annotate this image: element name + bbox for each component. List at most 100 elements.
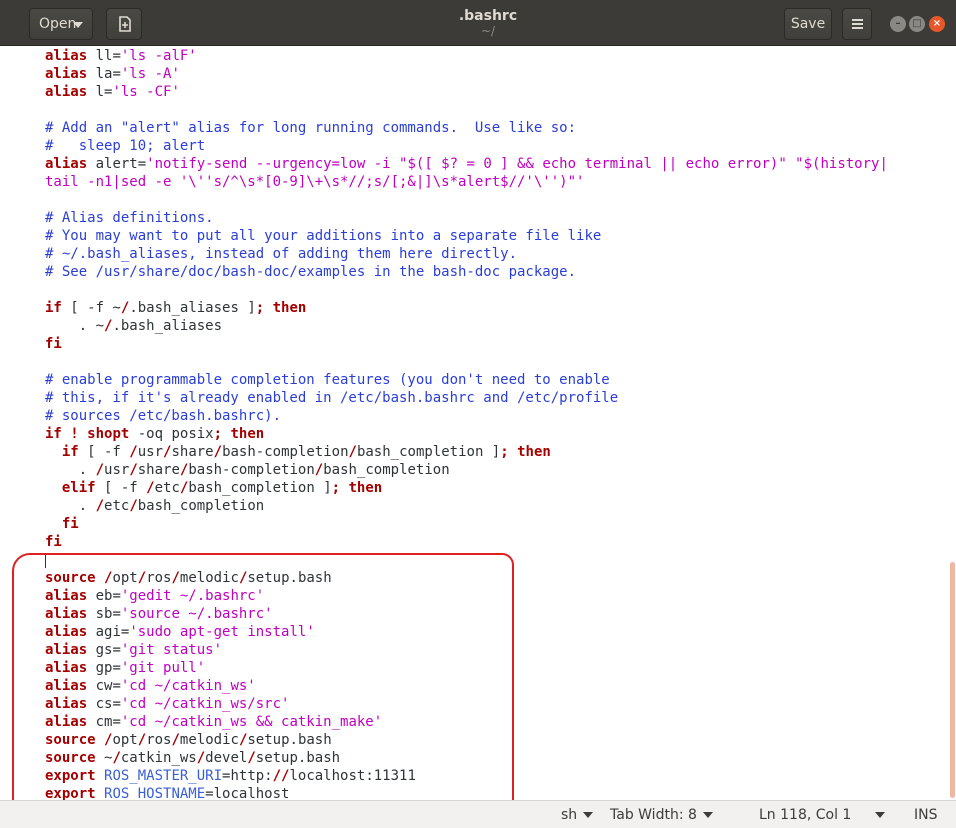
menu-button[interactable] <box>842 8 872 40</box>
code-line[interactable]: alias gs='git status' <box>45 641 956 659</box>
code-token: ; then <box>255 300 307 316</box>
code-line[interactable]: alias sb='source ~/.bashrc' <box>45 605 956 623</box>
code-line[interactable] <box>45 281 956 299</box>
code-line[interactable]: alias cm='cd ~/catkin_ws && catkin_make' <box>45 713 956 731</box>
code-line[interactable]: alias alert='notify-send --urgency=low -… <box>45 155 956 173</box>
chevron-down-icon <box>583 812 594 818</box>
code-line[interactable]: fi <box>45 515 956 533</box>
code-token: ; then <box>213 426 265 442</box>
close-icon[interactable]: × <box>929 16 945 32</box>
code-token: agi= <box>87 624 130 640</box>
code-token: opt <box>112 570 138 586</box>
code-token: cw= <box>87 678 121 694</box>
code-line[interactable]: # sleep 10; alert <box>45 137 956 155</box>
code-token: alias <box>45 606 88 622</box>
code-token: 'git status' <box>120 642 223 658</box>
open-button[interactable]: Open <box>29 8 93 40</box>
code-token: / <box>247 750 256 766</box>
tab-width-selector[interactable]: Tab Width: 8 <box>610 806 713 824</box>
code-line[interactable]: alias l='ls -CF' <box>45 83 956 101</box>
code-line[interactable]: # enable programmable completion feature… <box>45 371 956 389</box>
chevron-down-icon <box>73 22 83 28</box>
code-token: share <box>171 444 214 460</box>
position-dropdown[interactable] <box>875 806 885 824</box>
code-token: # sources /etc/bash.bashrc). <box>45 408 282 424</box>
code-token: .bash_aliases <box>112 318 223 334</box>
code-token: bash_completion <box>323 462 450 478</box>
minimize-icon[interactable]: – <box>890 16 906 32</box>
code-token: . ~ <box>45 318 105 334</box>
window-subtitle: ~/ <box>480 24 496 38</box>
code-token: opt <box>112 732 138 748</box>
code-token: if <box>45 426 62 442</box>
code-token: / <box>95 498 105 514</box>
code-token: [ -f ~ <box>61 300 121 316</box>
code-token: la= <box>87 66 121 82</box>
code-token: elif <box>61 480 96 496</box>
text-editor[interactable]: alias ll='ls -alF' alias la='ls -A' alias … <box>0 46 956 803</box>
code-lines[interactable]: alias ll='ls -alF' alias la='ls -A' alias … <box>45 47 956 803</box>
code-line[interactable] <box>45 101 956 119</box>
code-token: melodic <box>179 570 239 586</box>
scrollbar-thumb[interactable] <box>950 562 955 798</box>
code-token: # sleep 10; alert <box>45 138 206 154</box>
code-line[interactable]: elif [ -f /etc/bash_completion ]; then <box>45 479 956 497</box>
code-line[interactable]: . ~/.bash_aliases <box>45 317 956 335</box>
code-line[interactable]: # sources /etc/bash.bashrc). <box>45 407 956 425</box>
code-line[interactable] <box>45 191 956 209</box>
window-title-block: .bashrc ~/ <box>388 8 588 38</box>
code-line[interactable]: tail -n1|sed -e '\''s/^\s*[0-9]\+\s*//;s… <box>45 173 956 191</box>
code-line[interactable]: alias gp='git pull' <box>45 659 956 677</box>
code-line[interactable]: if [ -f ~/.bash_aliases ]; then <box>45 299 956 317</box>
code-line[interactable]: if ! shopt -oq posix; then <box>45 425 956 443</box>
code-line[interactable]: source /opt/ros/melodic/setup.bash <box>45 731 956 749</box>
code-token: usr <box>137 444 164 460</box>
code-line[interactable]: . /etc/bash_completion <box>45 497 956 515</box>
code-line[interactable]: alias eb='gedit ~/.bashrc' <box>45 587 956 605</box>
code-line[interactable]: alias agi='sudo apt-get install' <box>45 623 956 641</box>
code-line[interactable]: # this, if it's already enabled in /etc/… <box>45 389 956 407</box>
save-button[interactable]: Save <box>784 8 832 40</box>
code-line[interactable]: . /usr/share/bash-completion/bash_comple… <box>45 461 956 479</box>
code-line[interactable]: # Alias definitions. <box>45 209 956 227</box>
code-line[interactable] <box>45 551 956 569</box>
code-token: setup.bash <box>247 570 332 586</box>
code-token: source <box>45 732 96 748</box>
code-line[interactable]: # You may want to put all your additions… <box>45 227 956 245</box>
cursor-position-selector[interactable]: Ln 118, Col 1 <box>759 806 851 824</box>
code-line[interactable]: source ~/catkin_ws/devel/setup.bash <box>45 749 956 767</box>
language-label: sh <box>561 807 578 823</box>
new-document-button[interactable] <box>106 8 142 40</box>
code-token: alias <box>45 660 88 676</box>
code-token: / <box>129 444 138 460</box>
code-token: gs= <box>87 642 121 658</box>
code-token: alias <box>45 48 88 64</box>
language-selector[interactable]: sh <box>561 806 594 824</box>
code-line[interactable]: alias ll='ls -alF' <box>45 47 956 65</box>
code-token: localhost:11311 <box>289 768 416 784</box>
code-line[interactable]: fi <box>45 533 956 551</box>
maximize-icon[interactable]: □ <box>909 16 925 32</box>
code-token: alias <box>45 696 88 712</box>
code-line[interactable]: alias la='ls -A' <box>45 65 956 83</box>
chevron-down-icon <box>875 812 885 818</box>
code-line[interactable]: alias cs='cd ~/catkin_ws/src' <box>45 695 956 713</box>
code-line[interactable]: # See /usr/share/doc/bash-doc/examples i… <box>45 263 956 281</box>
code-token: fi <box>45 336 62 352</box>
code-line[interactable]: export ROS_MASTER_URI=http://localhost:1… <box>45 767 956 785</box>
code-token: ~ <box>95 750 113 766</box>
code-token: / <box>129 498 138 514</box>
code-line[interactable]: alias cw='cd ~/catkin_ws' <box>45 677 956 695</box>
code-token: alias <box>45 678 88 694</box>
code-line[interactable] <box>45 353 956 371</box>
code-line[interactable]: if [ -f /usr/share/bash-completion/bash_… <box>45 443 956 461</box>
code-line[interactable]: fi <box>45 335 956 353</box>
code-token: / <box>196 750 206 766</box>
code-line[interactable]: # ~/.bash_aliases, instead of adding the… <box>45 245 956 263</box>
code-line[interactable]: # Add an "alert" alias for long running … <box>45 119 956 137</box>
code-line[interactable]: source /opt/ros/melodic/setup.bash <box>45 569 956 587</box>
code-token: # Add an "alert" alias for long running … <box>45 120 577 136</box>
